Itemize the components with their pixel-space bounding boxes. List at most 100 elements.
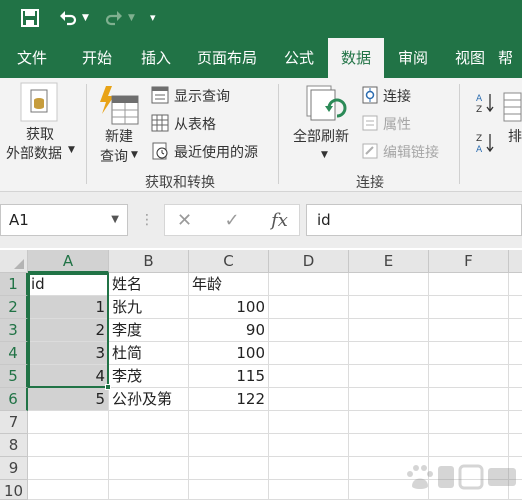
cell-d5[interactable] (269, 365, 349, 388)
cell-g3[interactable] (509, 319, 522, 342)
formula-bar-grip-icon[interactable]: ⋮ (140, 204, 154, 236)
cancel-button[interactable]: ✕ (164, 204, 204, 236)
tab-page-layout[interactable]: 页面布局 (184, 38, 270, 78)
tab-file[interactable]: 文件 (0, 38, 64, 78)
cell-a2[interactable]: 1 (28, 296, 109, 319)
cell-f5[interactable] (429, 365, 509, 388)
column-header-b[interactable]: B (109, 250, 189, 273)
cell-f4[interactable] (429, 342, 509, 365)
cell-a1[interactable]: id (28, 273, 109, 296)
cell-b8[interactable] (109, 434, 189, 457)
cell-f2[interactable] (429, 296, 509, 319)
chevron-down-icon[interactable]: ▼ (111, 205, 119, 235)
from-table-label[interactable]: 从表格 (174, 114, 216, 134)
sort-label[interactable]: 排 (508, 126, 522, 146)
cell-a8[interactable] (28, 434, 109, 457)
column-header-g[interactable] (509, 250, 522, 273)
new-query-icon[interactable] (98, 84, 140, 126)
cell-c3[interactable]: 90 (189, 319, 269, 342)
save-icon[interactable] (20, 6, 40, 30)
cell-e6[interactable] (349, 388, 429, 411)
external-data-icon[interactable] (20, 82, 58, 122)
cell-c10[interactable] (189, 480, 269, 500)
chevron-down-icon[interactable]: ▼ (131, 150, 138, 160)
cell-e1[interactable] (349, 273, 429, 296)
properties-icon[interactable] (361, 114, 379, 136)
recent-sources-icon[interactable] (151, 142, 169, 164)
cell-c6[interactable]: 122 (189, 388, 269, 411)
customize-qat-icon[interactable]: ▾ (150, 6, 156, 30)
cell-c4[interactable]: 100 (189, 342, 269, 365)
tab-data[interactable]: 数据 (328, 38, 384, 78)
cell-c8[interactable] (189, 434, 269, 457)
tab-help[interactable]: 帮 (498, 38, 522, 78)
sort-descending-icon[interactable]: ZA (476, 132, 496, 158)
cell-a3[interactable]: 2 (28, 319, 109, 342)
cell-d7[interactable] (269, 411, 349, 434)
tab-formulas[interactable]: 公式 (270, 38, 328, 78)
cell-g4[interactable] (509, 342, 522, 365)
cell-g2[interactable] (509, 296, 522, 319)
cell-f6[interactable] (429, 388, 509, 411)
cell-a7[interactable] (28, 411, 109, 434)
row-header-2[interactable]: 2 (0, 296, 28, 319)
formula-input[interactable]: id (306, 204, 522, 236)
enter-button[interactable]: ✓ (204, 204, 260, 236)
cell-c7[interactable] (189, 411, 269, 434)
cell-b1[interactable]: 姓名 (109, 273, 189, 296)
cell-b4[interactable]: 杜简 (109, 342, 189, 365)
refresh-all-icon[interactable] (303, 84, 347, 126)
refresh-all-label[interactable]: 全部刷新 (293, 126, 349, 146)
cell-b10[interactable] (109, 480, 189, 500)
column-header-c[interactable]: C (189, 250, 269, 273)
chevron-down-icon[interactable]: ▼ (68, 145, 75, 155)
row-header-4[interactable]: 4 (0, 342, 28, 365)
chevron-down-icon[interactable]: ▼ (321, 150, 328, 160)
row-header-10[interactable]: 10 (0, 480, 28, 500)
cell-c2[interactable]: 100 (189, 296, 269, 319)
tab-home[interactable]: 开始 (66, 38, 128, 78)
cell-b6[interactable]: 公孙及第 (109, 388, 189, 411)
get-external-data-label-1[interactable]: 获取 (26, 124, 54, 144)
cell-a9[interactable] (28, 457, 109, 480)
cell-a5[interactable]: 4 (28, 365, 109, 388)
cell-d1[interactable] (269, 273, 349, 296)
sort-button-icon[interactable] (503, 92, 522, 126)
cell-c9[interactable] (189, 457, 269, 480)
cell-a6[interactable]: 5 (28, 388, 109, 411)
cell-b2[interactable]: 张九 (109, 296, 189, 319)
cell-b9[interactable] (109, 457, 189, 480)
connections-icon[interactable] (361, 86, 379, 108)
row-header-7[interactable]: 7 (0, 411, 28, 434)
connections-label[interactable]: 连接 (383, 86, 411, 106)
cell-a4[interactable]: 3 (28, 342, 109, 365)
cell-f1[interactable] (429, 273, 509, 296)
column-header-e[interactable]: E (349, 250, 429, 273)
redo-dropdown-icon[interactable]: ▼ (128, 6, 135, 30)
tab-view[interactable]: 视图 (442, 38, 498, 78)
cell-d10[interactable] (269, 480, 349, 500)
row-header-3[interactable]: 3 (0, 319, 28, 342)
cell-b5[interactable]: 李茂 (109, 365, 189, 388)
cell-g6[interactable] (509, 388, 522, 411)
cell-f3[interactable] (429, 319, 509, 342)
tab-review[interactable]: 审阅 (384, 38, 442, 78)
cell-b7[interactable] (109, 411, 189, 434)
recent-sources-label[interactable]: 最近使用的源 (174, 142, 258, 162)
cell-d6[interactable] (269, 388, 349, 411)
edit-links-label[interactable]: 编辑链接 (383, 142, 439, 162)
cell-e5[interactable] (349, 365, 429, 388)
get-external-data-label-2[interactable]: 外部数据 (6, 143, 62, 163)
redo-icon[interactable] (104, 6, 124, 30)
row-header-1[interactable]: 1 (0, 273, 28, 296)
row-header-5[interactable]: 5 (0, 365, 28, 388)
new-query-label-1[interactable]: 新建 (105, 126, 133, 146)
sort-ascending-icon[interactable]: AZ (476, 92, 496, 118)
select-all-button[interactable] (0, 250, 28, 273)
row-header-6[interactable]: 6 (0, 388, 28, 411)
properties-label[interactable]: 属性 (383, 114, 411, 134)
cell-f7[interactable] (429, 411, 509, 434)
undo-dropdown-icon[interactable]: ▼ (82, 6, 89, 30)
column-header-d[interactable]: D (269, 250, 349, 273)
cell-a10[interactable] (28, 480, 109, 500)
